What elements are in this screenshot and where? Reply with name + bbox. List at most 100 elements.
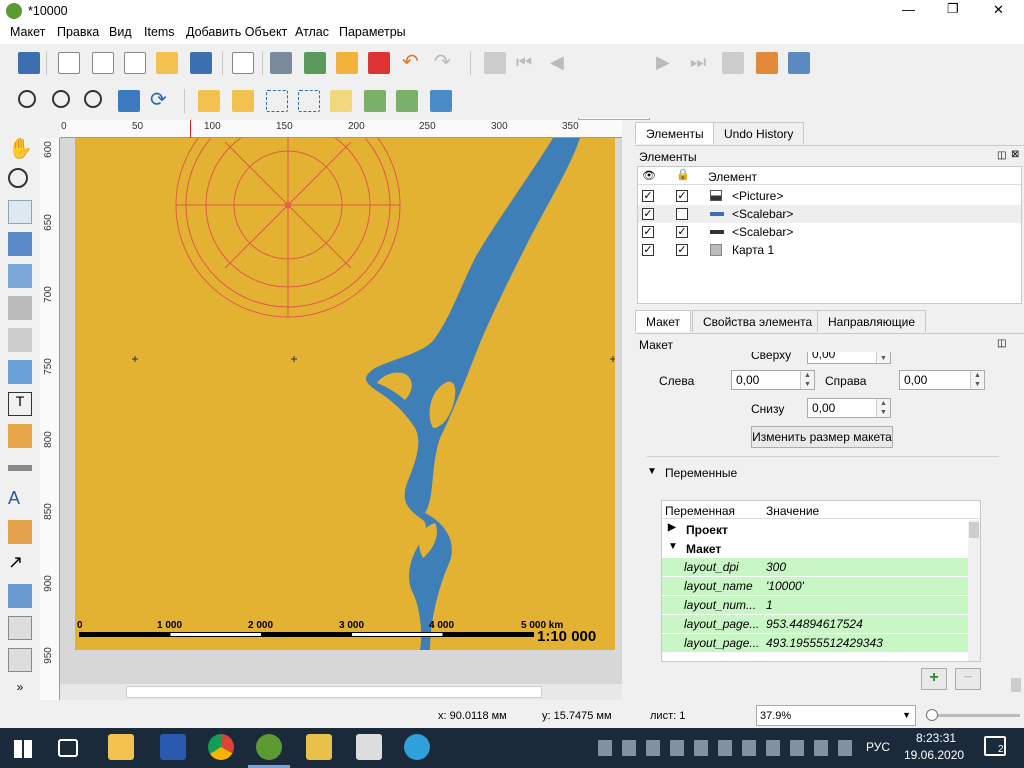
add-scalebar-icon[interactable] — [8, 465, 32, 471]
zoom-actual-icon[interactable] — [84, 90, 102, 108]
add-north-arrow-icon[interactable]: A — [8, 488, 32, 512]
menu-edit[interactable]: Правка — [57, 25, 99, 39]
export-atlas-icon[interactable] — [756, 52, 778, 74]
tab-undo-history[interactable]: Undo History — [713, 122, 805, 144]
remove-variable-button[interactable]: − — [955, 668, 981, 690]
variables-scroll-thumb[interactable] — [969, 522, 979, 538]
add-label-icon[interactable]: T — [8, 392, 32, 416]
zoom-in-icon[interactable] — [18, 90, 36, 108]
add-variable-button[interactable]: + — [921, 668, 947, 690]
duplicate-layout-icon[interactable] — [92, 52, 114, 74]
qgis-taskbar-icon[interactable] — [256, 734, 282, 760]
telegram-icon[interactable] — [404, 734, 430, 760]
save-icon[interactable] — [18, 52, 40, 74]
variable-row[interactable]: layout_page... 493.19555512429343 — [662, 634, 968, 653]
add-shape-icon[interactable] — [8, 520, 32, 544]
calendar-app-icon[interactable] — [160, 734, 186, 760]
item-row[interactable]: ✓ ✓ Карта 1 — [638, 241, 1021, 259]
last-feature-icon[interactable]: ⏭ — [690, 52, 712, 74]
zoom-out-icon[interactable] — [52, 90, 70, 108]
first-feature-icon[interactable]: ⏮ — [516, 52, 538, 74]
maximize-button[interactable]: ❐ — [947, 1, 959, 17]
paint-app-icon[interactable] — [306, 734, 332, 760]
minimize-button[interactable]: — — [902, 2, 915, 17]
lock-checkbox[interactable]: ✓ — [676, 190, 688, 202]
margin-bottom-field[interactable]: 0,00 ▲ ▼ — [807, 398, 891, 418]
add-node-item-icon[interactable] — [8, 584, 32, 608]
save-template-icon[interactable] — [190, 52, 212, 74]
menu-add-item[interactable]: Добавить Объект — [186, 25, 287, 39]
redo-icon[interactable]: ↷ — [434, 52, 456, 74]
visible-checkbox[interactable]: ✓ — [642, 190, 654, 202]
tab-layout[interactable]: Макет — [635, 310, 691, 332]
variables-section-title[interactable]: Переменные — [665, 466, 737, 480]
layout-panel-scrollbar[interactable] — [1009, 338, 1023, 702]
unlock-items-icon[interactable] — [232, 90, 254, 112]
variable-row[interactable]: layout_dpi 300 — [662, 558, 968, 577]
variable-group-layout[interactable]: ▼ Макет — [662, 539, 968, 558]
add-attribute-table-icon[interactable] — [8, 648, 32, 672]
float-panel-icon[interactable]: ◫ — [997, 338, 1006, 349]
print-atlas-icon[interactable] — [722, 52, 744, 74]
add-html-icon[interactable] — [8, 616, 32, 640]
add-legend-icon[interactable] — [8, 424, 32, 448]
new-layout-icon[interactable] — [58, 52, 80, 74]
move-content-icon[interactable] — [8, 232, 32, 256]
atlas-preview-icon[interactable] — [484, 52, 506, 74]
input-language[interactable]: РУС — [866, 740, 890, 754]
notifications-icon[interactable]: 2 — [984, 736, 1006, 756]
item-row[interactable]: ✓ <Scalebar> — [638, 205, 1021, 223]
margin-right-field[interactable]: 0,00 ▲ ▼ — [899, 370, 985, 390]
edit-nodes-icon[interactable] — [8, 264, 32, 288]
resize-layout-button[interactable]: Изменить размер макета — [751, 426, 893, 448]
scalebar-item[interactable]: 0 1 000 2 000 3 000 4 000 5 000 km 1:10 … — [77, 618, 615, 648]
dock-splitter[interactable] — [622, 120, 634, 704]
menu-settings[interactable]: Параметры — [339, 25, 406, 39]
lock-checkbox[interactable]: ✓ — [676, 226, 688, 238]
add-map-icon[interactable] — [8, 296, 32, 320]
more-tools-icon[interactable]: » — [8, 680, 32, 704]
visible-checkbox[interactable]: ✓ — [642, 208, 654, 220]
expand-icon[interactable]: ▶ — [668, 522, 676, 533]
variables-collapse-icon[interactable]: ▼ — [647, 466, 657, 477]
menu-view[interactable]: Вид — [109, 25, 132, 39]
close-button[interactable]: ✕ — [993, 2, 1004, 18]
hscroll-thumb[interactable] — [126, 686, 542, 698]
lock-checkbox[interactable]: ✓ — [676, 244, 688, 256]
menu-atlas[interactable]: Атлас — [295, 25, 329, 39]
variable-group-project[interactable]: ▶ Проект — [662, 520, 968, 539]
select-move-icon[interactable] — [8, 200, 32, 224]
group-icon[interactable] — [266, 90, 288, 112]
export-pdf-icon[interactable] — [368, 52, 390, 74]
map-item[interactable]: 0 1 000 2 000 3 000 4 000 5 000 km 1:10 … — [75, 138, 615, 650]
prev-feature-icon[interactable]: ◀ — [550, 52, 572, 74]
raise-items-icon[interactable] — [330, 90, 352, 112]
zoom-select[interactable]: 37.9% ▼ — [756, 705, 916, 726]
align-left-icon[interactable] — [364, 90, 386, 112]
margin-top-field[interactable]: 0,00▲▼ — [807, 352, 891, 364]
variable-row[interactable]: layout_name '10000' — [662, 577, 968, 596]
windows-start-icon[interactable] — [14, 740, 32, 758]
ungroup-icon[interactable] — [298, 90, 320, 112]
zoom-slider-handle[interactable] — [926, 709, 938, 721]
close-panel-icon[interactable]: ⊠ — [1011, 149, 1019, 160]
atlas-settings-icon[interactable] — [788, 52, 810, 74]
undo-icon[interactable]: ↶ — [402, 52, 424, 74]
add-3d-map-icon[interactable] — [8, 328, 32, 352]
clock-date[interactable]: 19.06.2020 — [904, 748, 964, 762]
open-template-icon[interactable] — [156, 52, 178, 74]
file-explorer-icon[interactable] — [108, 734, 134, 760]
lock-items-icon[interactable] — [198, 90, 220, 112]
refresh-icon[interactable]: ⟳ — [150, 90, 172, 112]
tab-items[interactable]: Элементы — [635, 122, 715, 144]
visible-checkbox[interactable]: ✓ — [642, 226, 654, 238]
variable-row[interactable]: layout_page... 953.44894617524 — [662, 615, 968, 634]
chrome-icon[interactable] — [208, 734, 234, 760]
variables-scrollbar[interactable] — [968, 520, 980, 661]
layout-scroll-thumb[interactable] — [1011, 678, 1021, 692]
item-row[interactable]: ✓ ✓ <Picture> — [638, 187, 1021, 205]
zoom-slider[interactable] — [926, 709, 1020, 721]
tab-item-properties[interactable]: Свойства элемента — [692, 310, 824, 332]
distribute-icon[interactable] — [396, 90, 418, 112]
tab-guides[interactable]: Направляющие — [817, 310, 927, 332]
